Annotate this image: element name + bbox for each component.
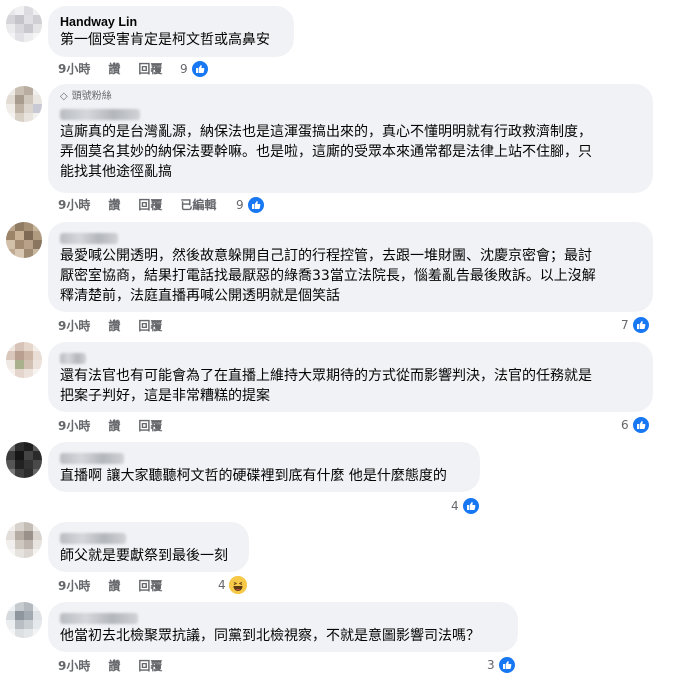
- author-name-redacted[interactable]: [60, 530, 237, 546]
- avatar[interactable]: [6, 6, 42, 42]
- reply-button[interactable]: 回覆: [138, 659, 162, 673]
- diamond-icon: ◇: [60, 91, 68, 102]
- avatar[interactable]: [6, 342, 42, 378]
- reaction-count[interactable]: 6: [621, 416, 650, 434]
- comment-text: 還有法官也有可能會為了在直播上維持大眾期待的方式從而影響判決，法官的任務就是 把…: [60, 368, 592, 404]
- like-icon: [497, 656, 516, 674]
- reaction-count[interactable]: 9: [236, 196, 265, 214]
- comment-actions: 9小時 讚 回覆: [58, 318, 180, 334]
- edited-label[interactable]: 已編輯: [180, 198, 216, 212]
- badge-label: 頭號粉絲: [71, 91, 112, 102]
- reaction-count[interactable]: 9: [180, 60, 209, 78]
- author-name-redacted[interactable]: [60, 350, 641, 366]
- like-icon: [631, 416, 650, 434]
- comment-actions: 9小時 讚 回覆: [58, 658, 180, 674]
- reaction-count-number: 9: [180, 62, 188, 76]
- comment-actions: 9小時 讚 回覆 已編輯: [58, 197, 234, 213]
- comment-actions: 9小時 讚 回覆: [58, 418, 180, 434]
- author-name-redacted[interactable]: [60, 450, 468, 466]
- reaction-count-number: 9: [236, 198, 244, 212]
- reply-button[interactable]: 回覆: [138, 419, 162, 433]
- reaction-count[interactable]: 4: [218, 576, 247, 594]
- timestamp[interactable]: 9小時: [58, 419, 90, 433]
- like-button[interactable]: 讚: [108, 659, 120, 673]
- comment-actions: 9小時 讚 回覆: [58, 61, 180, 77]
- reaction-count-number: 6: [621, 418, 629, 432]
- reaction-count[interactable]: 3: [487, 656, 516, 674]
- reply-button[interactable]: 回覆: [138, 62, 162, 76]
- timestamp[interactable]: 9小時: [58, 198, 90, 212]
- comment-bubble: 直播啊 讓大家聽聽柯文哲的硬碟裡到底有什麼 他是什麼態度的: [48, 442, 480, 492]
- comment-text: 直播啊 讓大家聽聽柯文哲的硬碟裡到底有什麼 他是什麼態度的: [60, 468, 447, 484]
- author-name[interactable]: Handway Lin: [60, 14, 282, 30]
- reaction-count-number: 4: [451, 499, 459, 513]
- avatar[interactable]: [6, 602, 42, 638]
- timestamp[interactable]: 9小時: [58, 319, 90, 333]
- timestamp[interactable]: 9小時: [58, 62, 90, 76]
- like-button[interactable]: 讚: [108, 198, 120, 212]
- timestamp[interactable]: 9小時: [58, 579, 90, 593]
- comment-text: 這廝真的是台灣亂源，納保法也是這渾蛋搞出來的，真心不懂明明就有行政救濟制度， 弄…: [60, 124, 592, 180]
- reaction-count-number: 4: [218, 578, 226, 592]
- like-icon: [631, 316, 650, 334]
- comment-bubble: ◇ 頭號粉絲 這廝真的是台灣亂源，納保法也是這渾蛋搞出來的，真心不懂明明就有行政救…: [48, 84, 653, 193]
- like-icon: [246, 196, 265, 214]
- author-name-redacted[interactable]: [60, 610, 506, 626]
- comment-text: 最愛喊公開透明，然後故意躲開自己訂的行程控管，去跟一堆財團、沈慶京密會；最討 厭…: [60, 248, 596, 304]
- comment-bubble: Handway Lin 第一個受害肯定是柯文哲或高鼻安: [48, 6, 294, 57]
- reply-button[interactable]: 回覆: [138, 579, 162, 593]
- comment-bubble: 他當初去北檢聚眾抗議，同黨到北檢視察，不就是意圖影響司法嗎？: [48, 602, 518, 652]
- author-name-redacted[interactable]: [60, 106, 641, 122]
- reaction-count[interactable]: 7: [621, 316, 650, 334]
- reaction-count[interactable]: 4: [451, 497, 480, 515]
- like-button[interactable]: 讚: [108, 419, 120, 433]
- top-fan-badge: ◇ 頭號粉絲: [60, 90, 641, 104]
- timestamp[interactable]: 9小時: [58, 659, 90, 673]
- reply-button[interactable]: 回覆: [138, 198, 162, 212]
- avatar[interactable]: [6, 442, 42, 478]
- reaction-count-number: 3: [487, 658, 495, 672]
- like-button[interactable]: 讚: [108, 62, 120, 76]
- like-icon: [461, 497, 480, 515]
- like-button[interactable]: 讚: [108, 319, 120, 333]
- reply-button[interactable]: 回覆: [138, 319, 162, 333]
- author-name-redacted[interactable]: [60, 230, 641, 246]
- avatar[interactable]: [6, 522, 42, 558]
- avatar[interactable]: [6, 86, 42, 122]
- avatar[interactable]: [6, 222, 42, 258]
- comment-bubble: 師父就是要獻祭到最後一刻: [48, 522, 249, 572]
- comment-bubble: 還有法官也有可能會為了在直播上維持大眾期待的方式從而影響判決，法官的任務就是 把…: [48, 342, 653, 412]
- comment-text: 第一個受害肯定是柯文哲或高鼻安: [60, 32, 270, 48]
- like-icon: [190, 60, 209, 78]
- comment-text: 他當初去北檢聚眾抗議，同黨到北檢視察，不就是意圖影響司法嗎？: [60, 628, 480, 644]
- comment-text: 師父就是要獻祭到最後一刻: [60, 548, 228, 564]
- reaction-count-number: 7: [621, 318, 629, 332]
- like-button[interactable]: 讚: [108, 579, 120, 593]
- comment-actions: 9小時 讚 回覆: [58, 578, 180, 594]
- haha-icon: [228, 576, 247, 594]
- comment-bubble: 最愛喊公開透明，然後故意躲開自己訂的行程控管，去跟一堆財團、沈慶京密會；最討 厭…: [48, 222, 653, 312]
